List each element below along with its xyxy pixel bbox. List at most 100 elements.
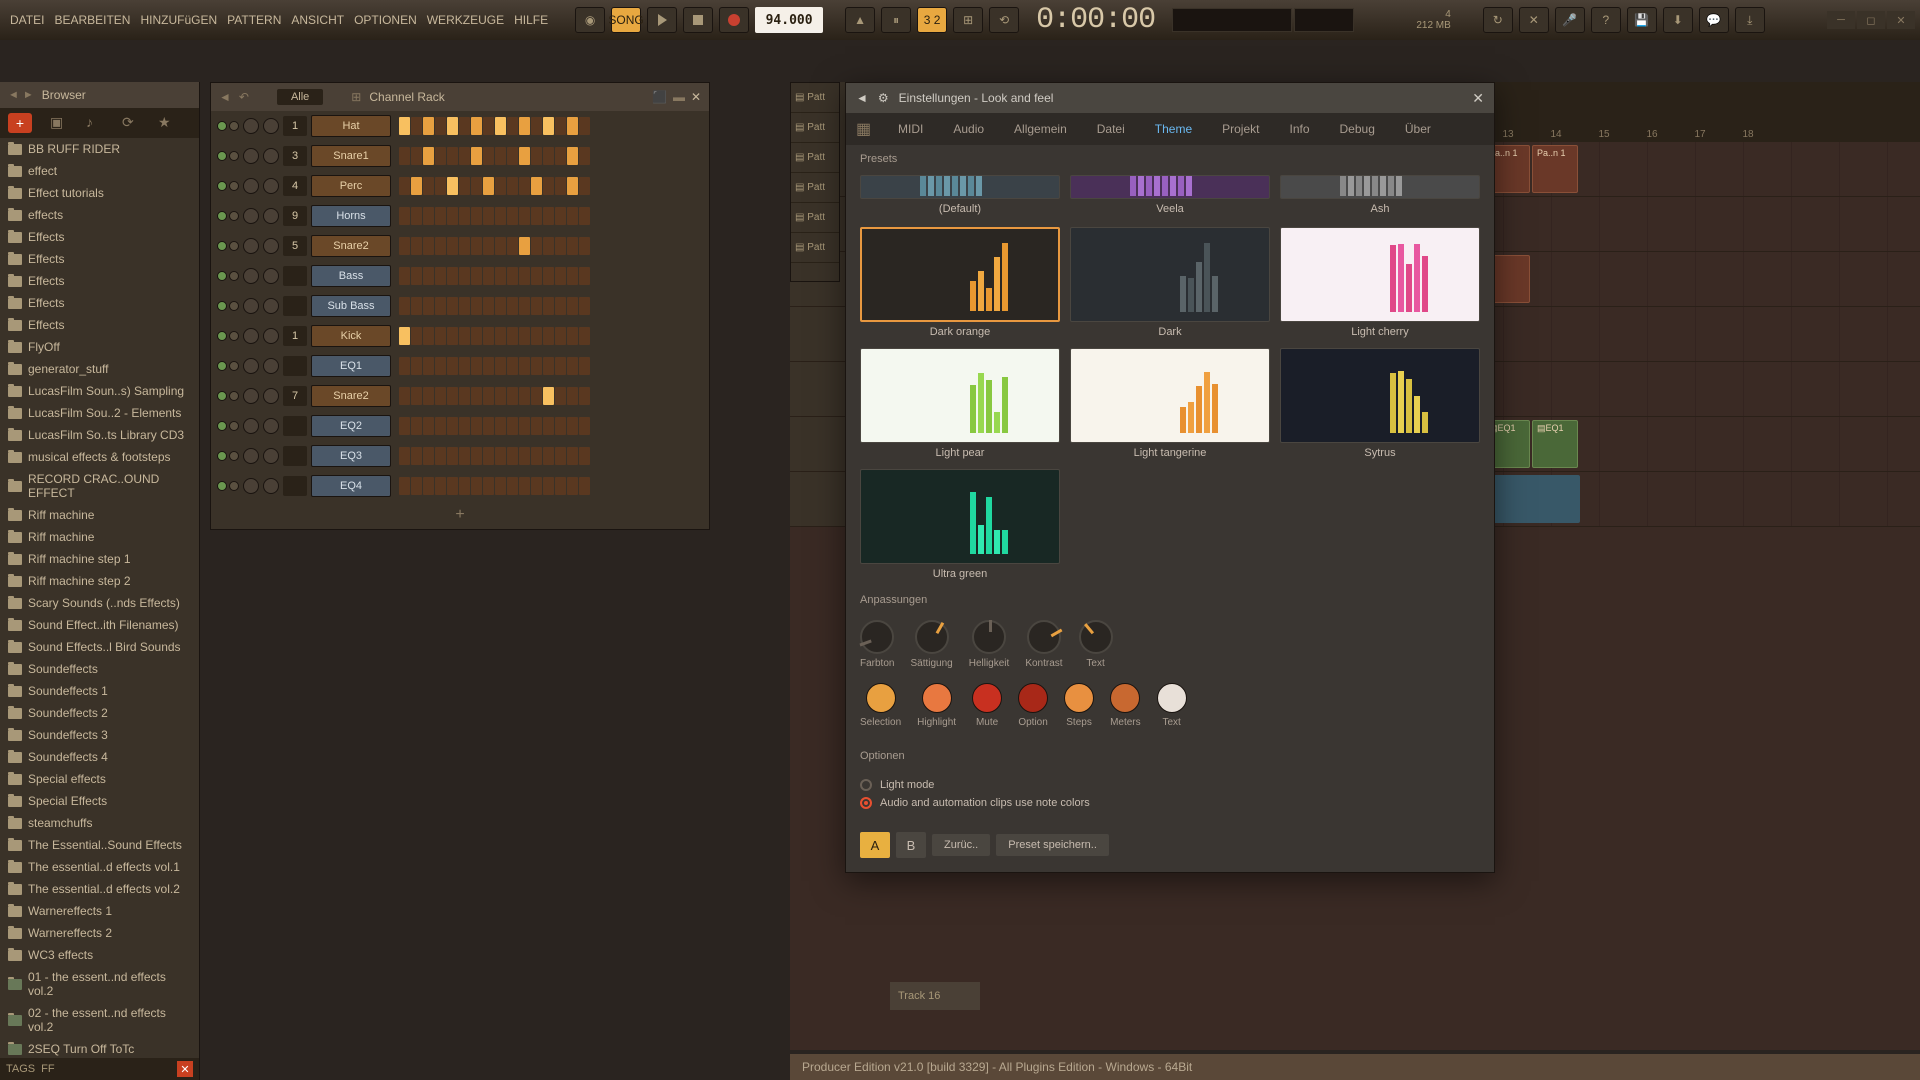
menu-icon[interactable]: ◄ xyxy=(856,91,868,105)
browser-item[interactable]: Effect tutorials xyxy=(0,182,199,204)
browser-item[interactable]: Effects xyxy=(0,314,199,336)
step-button[interactable] xyxy=(435,447,446,465)
pattern-item[interactable]: ▤ Patt xyxy=(791,143,839,173)
step-button[interactable] xyxy=(399,417,410,435)
save-preset-button[interactable]: Preset speichern.. xyxy=(996,834,1109,856)
step-button[interactable] xyxy=(507,267,518,285)
step-button[interactable] xyxy=(531,207,542,225)
step-button[interactable] xyxy=(471,447,482,465)
step-button[interactable] xyxy=(555,297,566,315)
browser-item[interactable]: LucasFilm So..ts Library CD3 xyxy=(0,424,199,446)
tag-item[interactable]: FF xyxy=(41,1063,54,1075)
step-button[interactable] xyxy=(531,387,542,405)
tab-theme[interactable]: Theme xyxy=(1141,116,1206,142)
menu-item[interactable]: ANSICHT xyxy=(286,10,349,30)
knob-kontrast[interactable]: Kontrast xyxy=(1025,620,1062,669)
step-button[interactable] xyxy=(423,177,434,195)
step-button[interactable] xyxy=(411,327,422,345)
step-button[interactable] xyxy=(483,147,494,165)
channel-name[interactable]: Perc xyxy=(311,175,391,197)
color-selection[interactable]: Selection xyxy=(860,683,901,728)
knob-helligkeit[interactable]: Helligkeit xyxy=(969,620,1010,669)
settings-header[interactable]: ◄ ⚙ Einstellungen - Look and feel ✕ xyxy=(846,83,1494,113)
pan-knob[interactable] xyxy=(243,298,259,314)
preset-card[interactable]: Sytrus xyxy=(1280,348,1480,459)
play-button[interactable] xyxy=(647,7,677,33)
tempo-display[interactable]: 94.000 xyxy=(755,7,823,33)
browser-item[interactable]: Soundeffects 1 xyxy=(0,680,199,702)
step-button[interactable] xyxy=(435,477,446,495)
mic-button[interactable]: 🎤 xyxy=(1555,7,1585,33)
step-button[interactable] xyxy=(567,417,578,435)
step-button[interactable] xyxy=(471,477,482,495)
step-button[interactable] xyxy=(483,117,494,135)
step-button[interactable] xyxy=(399,477,410,495)
channel-name[interactable]: Snare1 xyxy=(311,145,391,167)
back-icon[interactable]: ◄ xyxy=(219,90,231,104)
channel-name[interactable]: EQ3 xyxy=(311,445,391,467)
channel-number[interactable] xyxy=(283,446,307,466)
mute-led[interactable] xyxy=(217,211,227,221)
step-button[interactable] xyxy=(519,417,530,435)
browser-item[interactable]: Soundeffects 3 xyxy=(0,724,199,746)
maximize-button[interactable]: ◻ xyxy=(1857,11,1885,29)
browser-item[interactable]: Effects xyxy=(0,248,199,270)
step-button[interactable] xyxy=(459,267,470,285)
channel-name[interactable]: Snare2 xyxy=(311,235,391,257)
step-button[interactable] xyxy=(543,207,554,225)
note-colors-option[interactable]: Audio and automation clips use note colo… xyxy=(860,794,1480,812)
step-button[interactable] xyxy=(555,267,566,285)
step-button[interactable] xyxy=(495,477,506,495)
step-button[interactable] xyxy=(495,447,506,465)
browser-item[interactable]: Riff machine xyxy=(0,526,199,548)
step-button[interactable] xyxy=(483,327,494,345)
step-button[interactable] xyxy=(459,357,470,375)
step-button[interactable] xyxy=(543,327,554,345)
step-button[interactable] xyxy=(447,117,458,135)
browser-item[interactable]: WC3 effects xyxy=(0,944,199,966)
step-button[interactable] xyxy=(447,327,458,345)
step-button[interactable] xyxy=(555,357,566,375)
step-button[interactable] xyxy=(495,117,506,135)
channel-number[interactable]: 9 xyxy=(283,206,307,226)
channel-name[interactable]: Hat xyxy=(311,115,391,137)
step-button[interactable] xyxy=(567,477,578,495)
step-button[interactable] xyxy=(495,267,506,285)
step-button[interactable] xyxy=(447,447,458,465)
step-button[interactable] xyxy=(471,297,482,315)
solo-led[interactable] xyxy=(229,481,239,491)
knob-dial[interactable] xyxy=(1027,620,1061,654)
mute-led[interactable] xyxy=(217,391,227,401)
add-button[interactable]: + xyxy=(8,113,32,133)
step-button[interactable] xyxy=(531,477,542,495)
stop-button[interactable] xyxy=(683,7,713,33)
step-button[interactable] xyxy=(531,237,542,255)
knob-dial[interactable] xyxy=(915,620,949,654)
step-button[interactable] xyxy=(411,357,422,375)
chat-button[interactable]: 💬 xyxy=(1699,7,1729,33)
step-button[interactable] xyxy=(483,417,494,435)
step-button[interactable] xyxy=(531,177,542,195)
step-button[interactable] xyxy=(459,207,470,225)
step-button[interactable] xyxy=(507,237,518,255)
time-display[interactable]: 0:00:00 xyxy=(1036,3,1155,37)
step-button[interactable] xyxy=(411,267,422,285)
step-icon[interactable]: ⊞ xyxy=(351,90,361,104)
channel-name[interactable]: Horns xyxy=(311,205,391,227)
step-button[interactable] xyxy=(459,387,470,405)
step-button[interactable] xyxy=(567,177,578,195)
channel-number[interactable] xyxy=(283,476,307,496)
step-button[interactable] xyxy=(483,177,494,195)
step-button[interactable] xyxy=(423,267,434,285)
pan-knob[interactable] xyxy=(243,148,259,164)
channel-number[interactable]: 3 xyxy=(283,146,307,166)
step-button[interactable] xyxy=(519,477,530,495)
options-icon[interactable]: ▬ xyxy=(673,90,685,104)
knob-dial[interactable] xyxy=(860,620,894,654)
step-button[interactable] xyxy=(411,447,422,465)
menu-item[interactable]: HINZUFüGEN xyxy=(135,10,222,30)
step-button[interactable] xyxy=(435,327,446,345)
step-button[interactable] xyxy=(435,147,446,165)
channel-number[interactable] xyxy=(283,356,307,376)
step-button[interactable] xyxy=(519,327,530,345)
